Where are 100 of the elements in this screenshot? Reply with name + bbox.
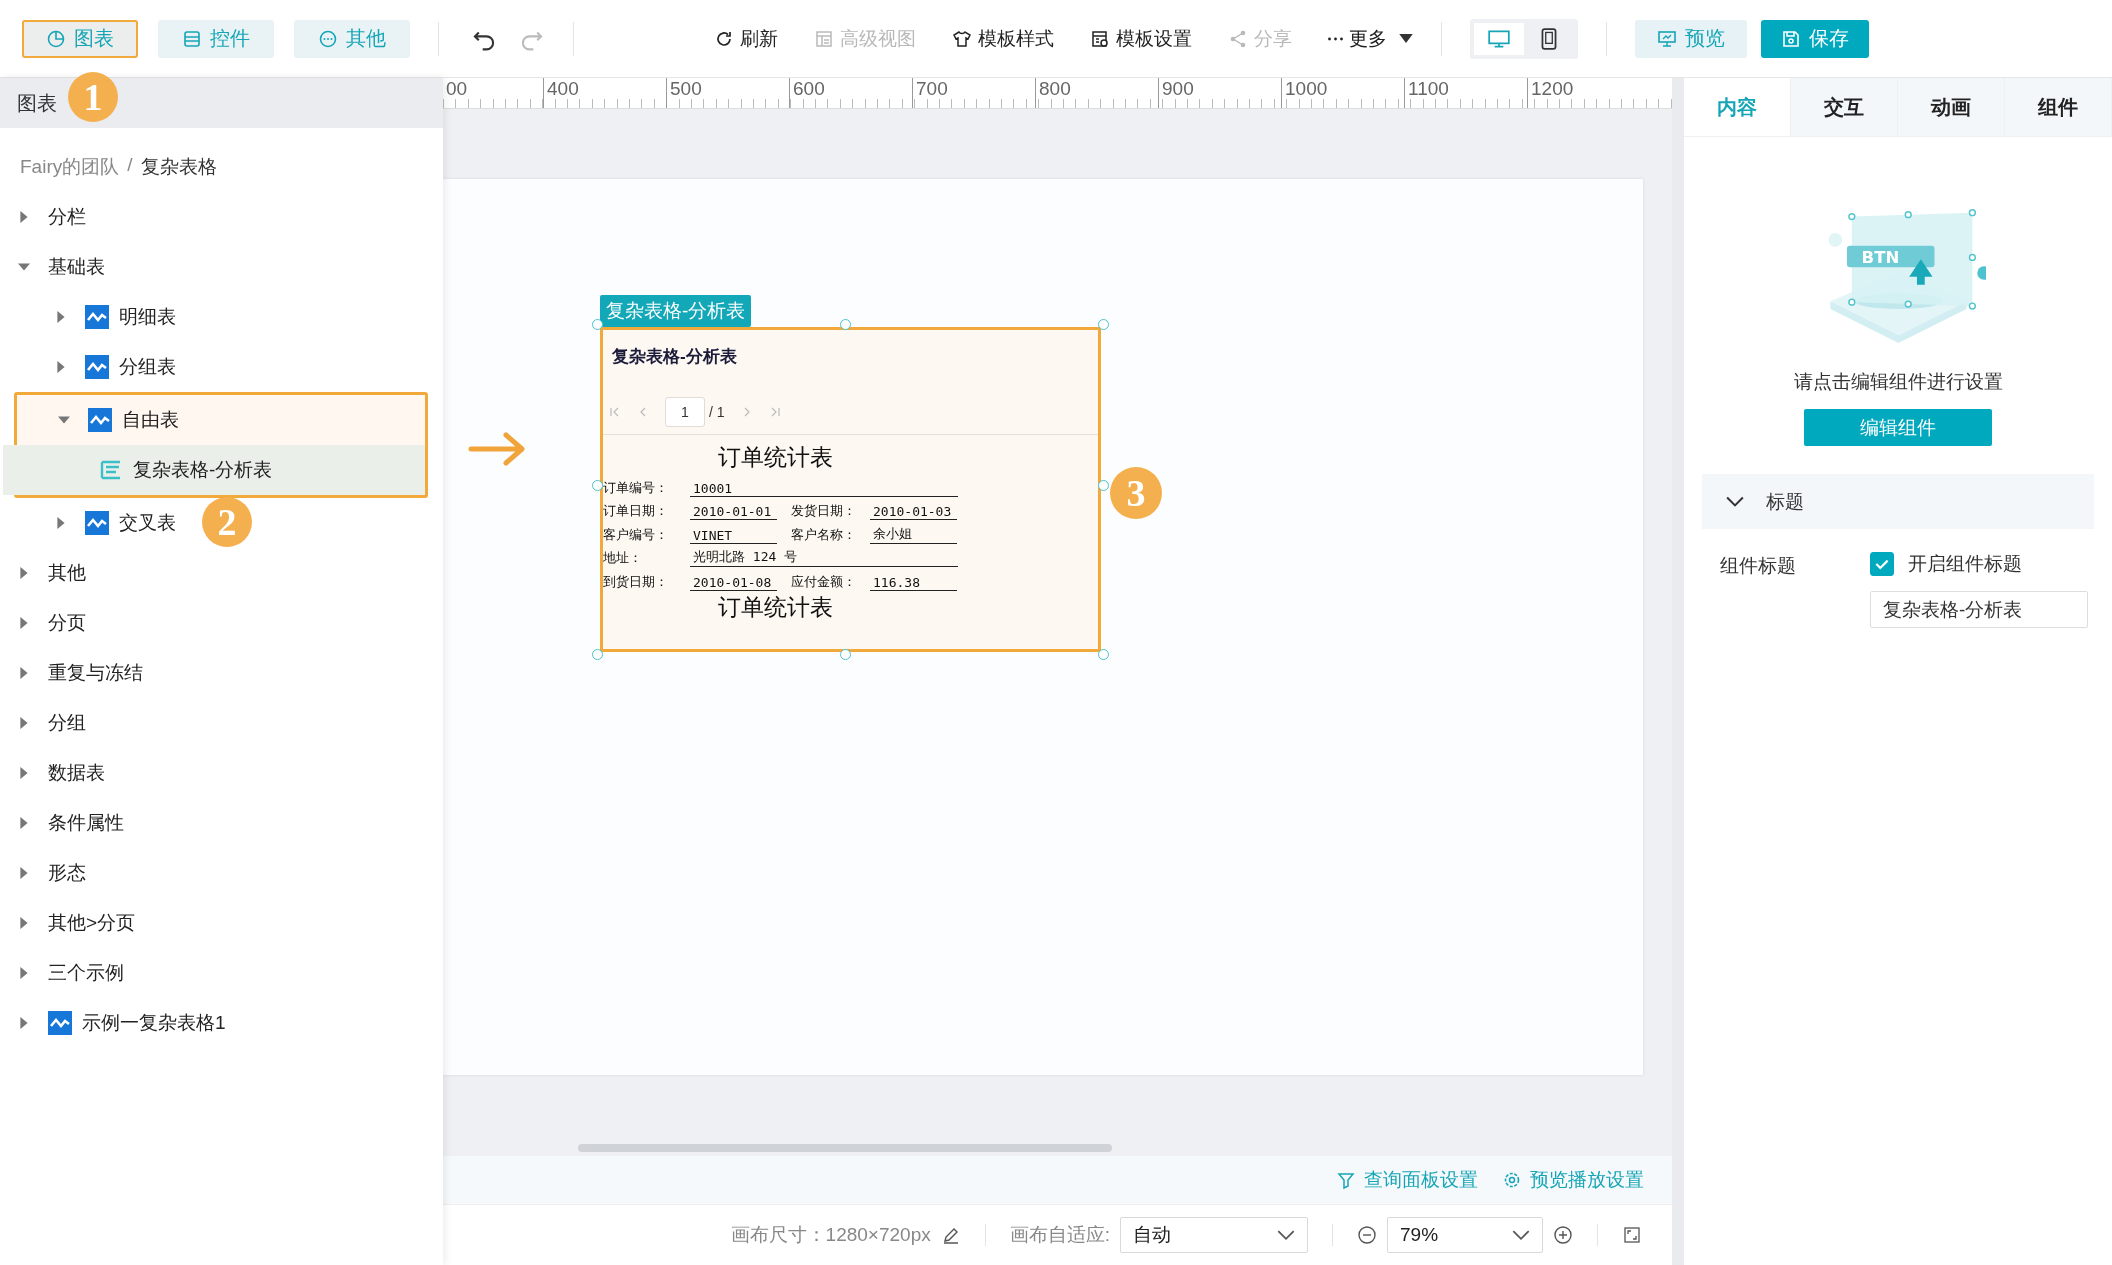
resize-handle[interactable]	[592, 319, 603, 330]
desktop-icon	[1487, 27, 1511, 50]
caret-icon[interactable]	[18, 567, 30, 579]
tree-item[interactable]: 基础表	[0, 242, 117, 292]
tree-item[interactable]: 分页	[0, 598, 98, 648]
field-value: 116.38	[870, 574, 957, 591]
tree-item[interactable]: 分栏	[0, 192, 98, 242]
tree-item[interactable]: 示例一复杂表格1	[0, 998, 238, 1048]
tree-item[interactable]: 复杂表格-分析表	[3, 445, 425, 495]
caret-icon[interactable]	[55, 311, 67, 323]
tree-item[interactable]: 分组	[0, 698, 98, 748]
monitor-icon	[1657, 28, 1677, 49]
tree-item[interactable]: 明细表	[0, 292, 188, 342]
share-icon	[1228, 28, 1248, 49]
field-label: 地址：	[603, 549, 643, 567]
ruler-label: 400	[543, 78, 666, 108]
chart-report-icon	[88, 408, 112, 432]
zoom-out-icon[interactable]	[1357, 1225, 1377, 1245]
tree-item[interactable]: 其他>分页	[0, 898, 148, 948]
caret-icon[interactable]	[58, 414, 70, 426]
toolbar-action[interactable]: 刷新	[714, 25, 778, 52]
panel-tab[interactable]: 组件	[2005, 78, 2112, 136]
resize-handle[interactable]	[840, 649, 851, 660]
tree-item[interactable]: 条件属性	[0, 798, 136, 848]
caret-icon[interactable]	[18, 767, 30, 779]
caret-icon[interactable]	[55, 517, 67, 529]
resize-handle[interactable]	[1098, 480, 1109, 491]
ruler-label: 500	[666, 78, 789, 108]
resize-handle[interactable]	[840, 319, 851, 330]
panel-tab[interactable]: 动画	[1898, 78, 2005, 136]
tree-item[interactable]: 三个示例	[0, 948, 136, 998]
resize-handle[interactable]	[592, 649, 603, 660]
template-settings-icon	[1090, 28, 1110, 49]
caret-icon[interactable]	[18, 261, 30, 273]
zoom-select[interactable]: 79%	[1387, 1217, 1543, 1253]
resize-handle[interactable]	[592, 480, 603, 491]
fullscreen-icon[interactable]	[1622, 1225, 1642, 1245]
component-title: 复杂表格-分析表	[611, 346, 738, 368]
caret-icon[interactable]	[18, 867, 30, 879]
panel-tab[interactable]: 交互	[1791, 78, 1898, 136]
canvas-size-label: 画布尺寸：1280×720px	[730, 1223, 931, 1247]
tree-item[interactable]: 交叉表	[0, 498, 188, 548]
caret-icon[interactable]	[18, 1017, 30, 1029]
breadcrumb-link[interactable]: Fairy的团队	[20, 154, 120, 180]
tree-item[interactable]: 自由表	[3, 395, 425, 445]
checkbox[interactable]	[1870, 552, 1894, 576]
breadcrumb-separator: /	[127, 154, 133, 177]
field-value: 2010-01-03	[870, 504, 957, 520]
tree-item[interactable]: 数据表	[0, 748, 117, 798]
caret-icon	[1399, 34, 1413, 43]
field-label: 订单编号：	[603, 478, 669, 497]
caret-icon[interactable]	[55, 361, 67, 373]
tree-item[interactable]: 其他	[0, 548, 98, 598]
tree-item[interactable]: 形态	[0, 848, 98, 898]
caret-icon[interactable]	[18, 717, 30, 729]
toolbar-action[interactable]: 模板样式	[952, 25, 1054, 52]
more-circle-icon	[318, 28, 338, 49]
page-input[interactable]: 1	[665, 397, 705, 427]
caret-icon[interactable]	[18, 817, 30, 829]
component-tag: 复杂表格-分析表	[600, 295, 752, 327]
resize-handle[interactable]	[1098, 649, 1109, 660]
chevron-icon	[1512, 1229, 1530, 1241]
ruler-label: 600	[789, 78, 912, 108]
field-label: 订单日期：	[603, 502, 669, 520]
chevron-icon	[1726, 495, 1744, 508]
chart-report-icon	[85, 511, 109, 535]
zoom-in-icon[interactable]	[1553, 1225, 1573, 1245]
table-component[interactable]: 复杂表格-分析表 1 / 1 订单统计表 订单编号： 10001 订单日期： 2010-01-01 发货日期： 2010-01-03 客户编号： VINET 客户名称： 余小姐 地址： 光明北路 124 号 到货日期： 2010-01-08 应付金额： 116.38 订单统计表	[600, 327, 1101, 652]
field-label: 客户编号：	[603, 525, 669, 544]
hint-text: 请点击编辑组件进行设置	[1793, 370, 2003, 394]
settings-icon	[1502, 1170, 1522, 1190]
caret-icon[interactable]	[18, 211, 30, 223]
toolbar-action[interactable]: 模板设置	[1090, 25, 1192, 52]
chart-report-icon	[48, 1011, 72, 1035]
report-title: 订单统计表	[717, 592, 834, 622]
fit-select[interactable]: 自动	[1120, 1217, 1308, 1253]
caret-icon[interactable]	[18, 667, 30, 679]
title-input[interactable]: 复杂表格-分析表	[1870, 591, 2088, 628]
save-icon	[1781, 28, 1801, 49]
chevron-icon	[1277, 1229, 1295, 1241]
tree-item[interactable]: 重复与冻结	[0, 648, 155, 698]
field-label: 发货日期：	[791, 502, 857, 520]
toolbar-action[interactable]: 更多	[1328, 25, 1413, 52]
ellipsis-icon	[1328, 36, 1343, 41]
ruler-label: 00	[445, 78, 469, 101]
desktop-toggle[interactable]	[1474, 22, 1524, 55]
caret-icon[interactable]	[18, 967, 30, 979]
field-label: 应付金额：	[791, 572, 857, 591]
field-value: 2010-01-08	[690, 574, 777, 591]
field-value: 10001	[690, 480, 958, 497]
illustration-text: BTN	[1861, 248, 1899, 268]
section-header[interactable]: 标题	[1702, 474, 2094, 529]
caret-icon[interactable]	[18, 917, 30, 929]
page-total: / 1	[709, 404, 725, 420]
checkbox-label: 开启组件标题	[1908, 552, 2022, 576]
resize-handle[interactable]	[1098, 319, 1109, 330]
layout-icon	[814, 28, 834, 49]
caret-icon[interactable]	[18, 617, 30, 629]
tree-item[interactable]: 分组表	[0, 342, 188, 392]
scrollbar-thumb[interactable]	[578, 1144, 1112, 1152]
